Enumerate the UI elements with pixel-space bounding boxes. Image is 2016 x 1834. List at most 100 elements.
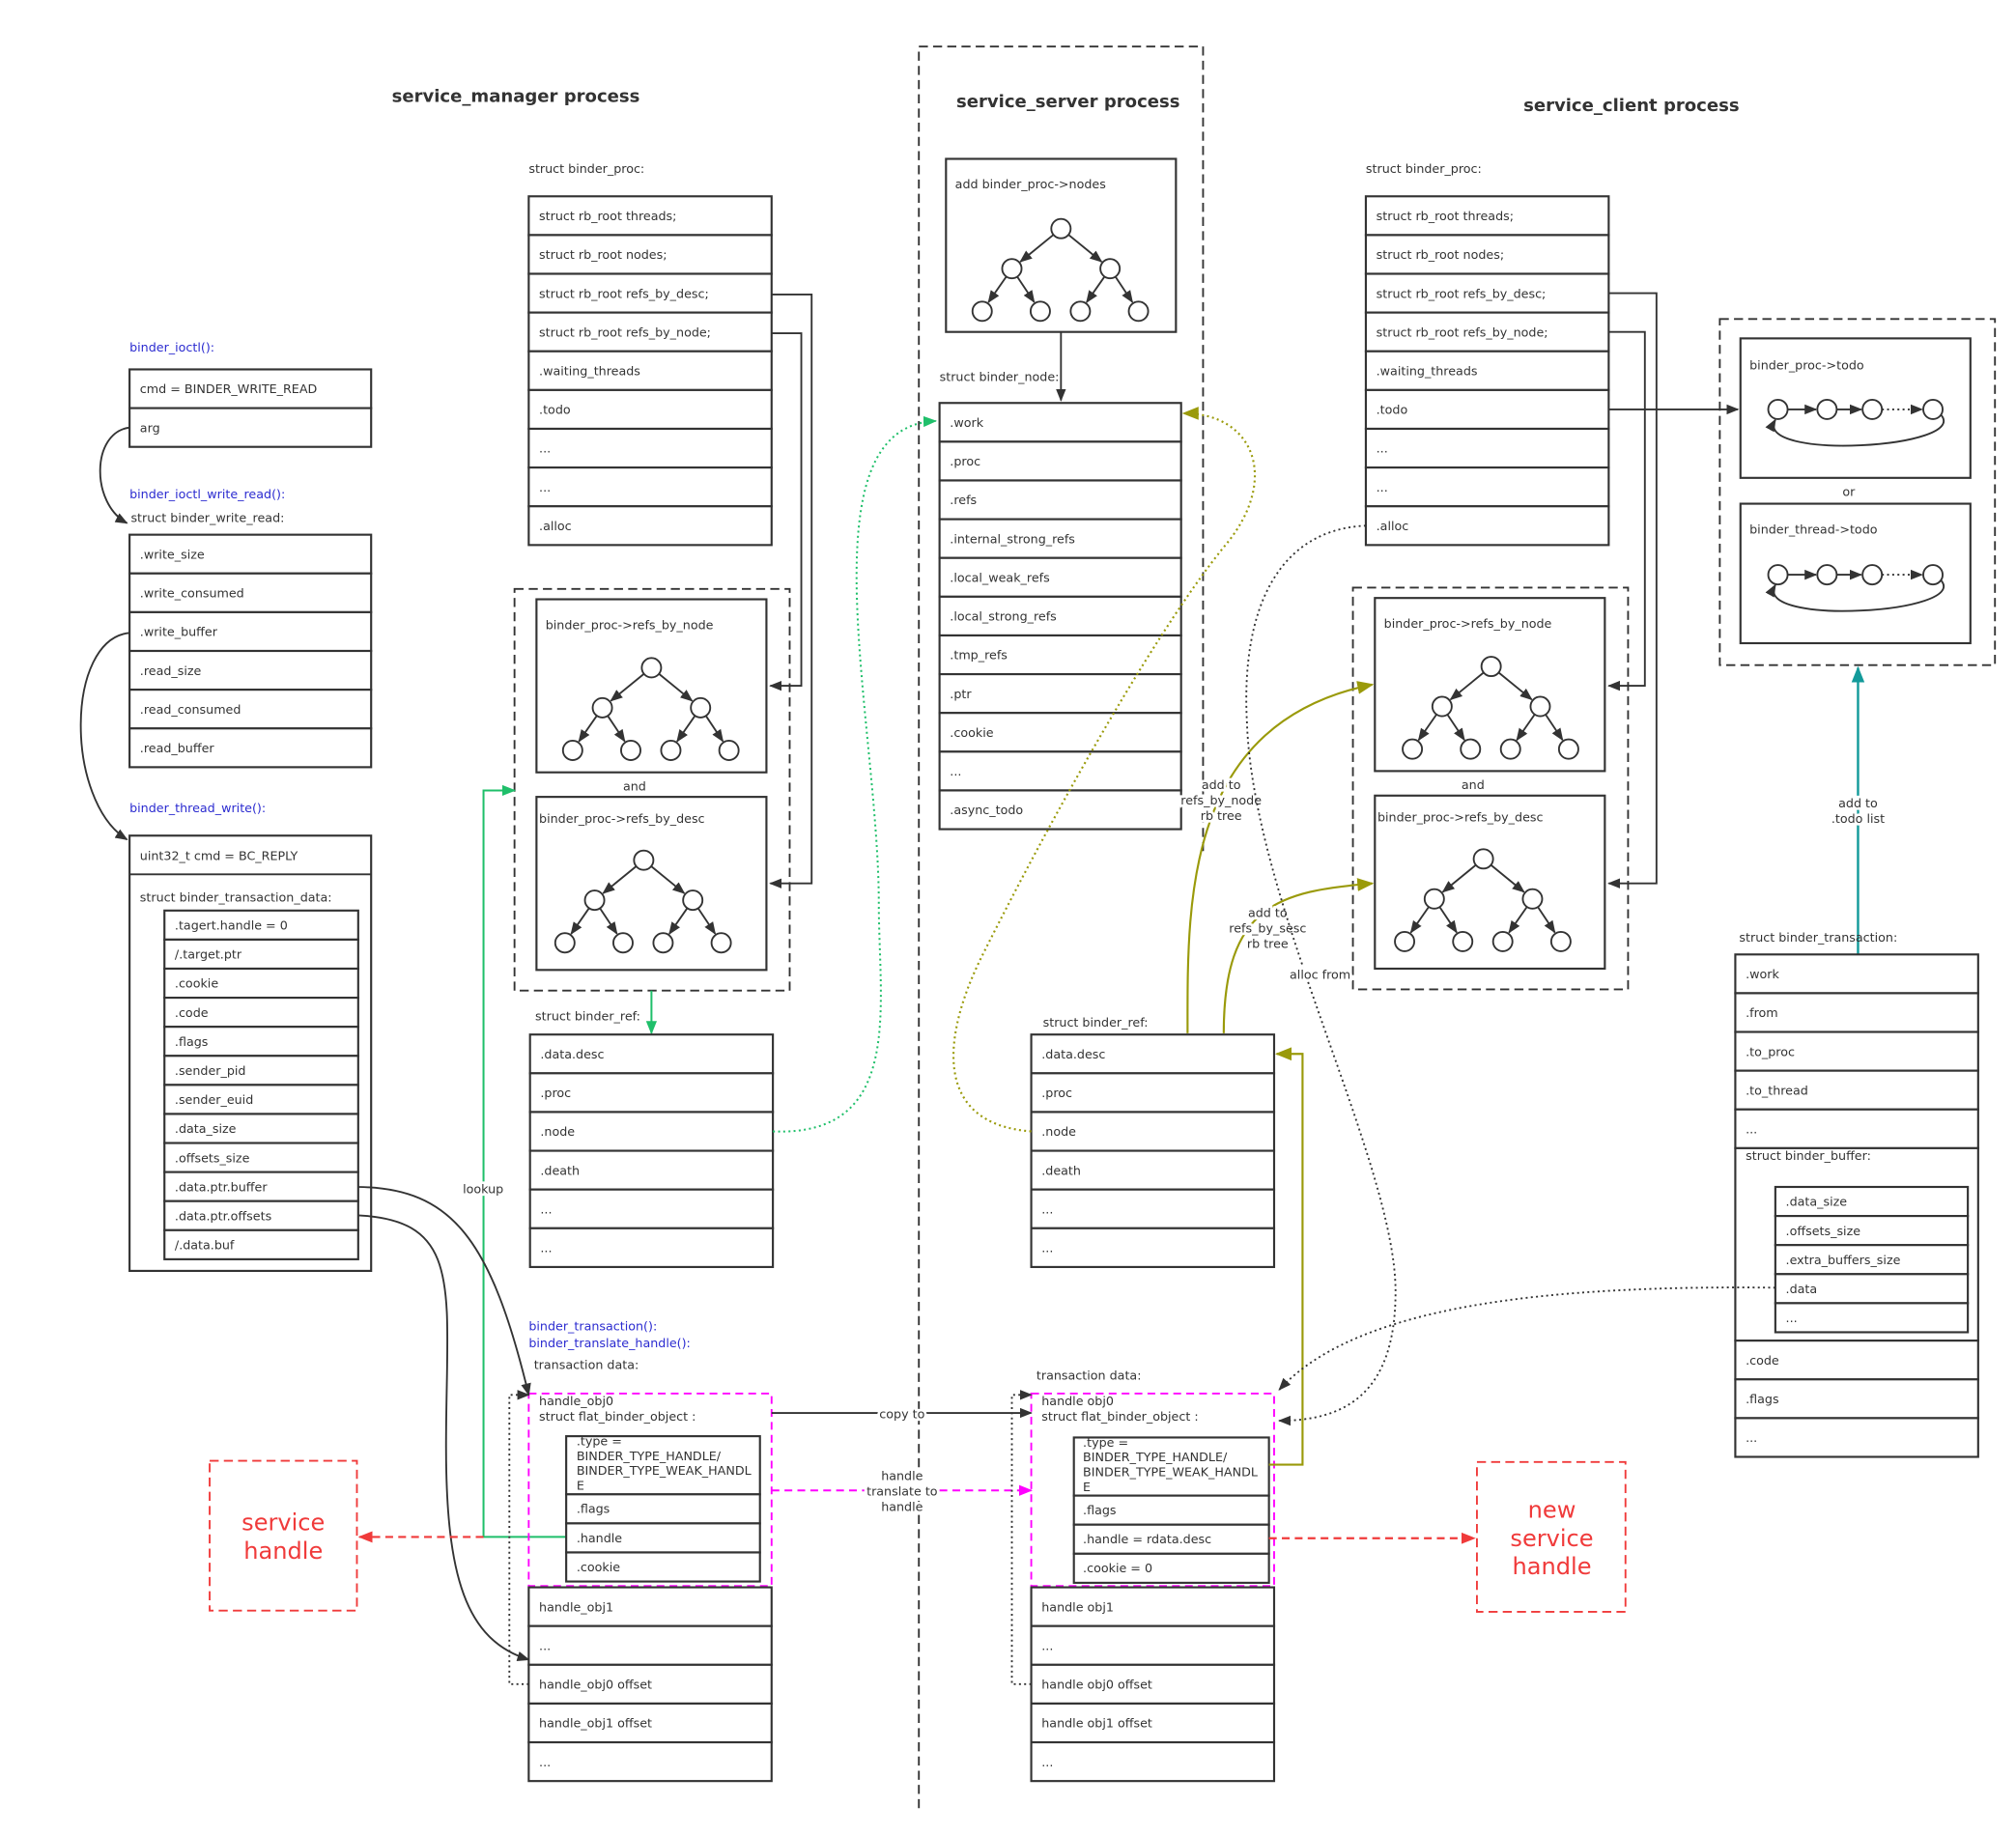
binder-buffer-label: struct binder_buffer: [1746, 1148, 1871, 1163]
flat-binder-field-label: .cookie = 0 [1083, 1561, 1152, 1575]
binder-node-label: struct binder_node: [940, 370, 1060, 384]
struct-field-row [528, 1227, 775, 1268]
struct-field-label: struct rb_root threads; [539, 209, 676, 223]
write-buffer-to-thread-write-arrow [79, 632, 130, 841]
struct-field-row [527, 427, 773, 469]
struct-field-label: .data_size [1786, 1195, 1848, 1209]
binder-write-read-struct: .write_size .write_consumed .write_buffer.… [128, 533, 373, 769]
refs-by-node-link [769, 332, 803, 691]
tree-node [561, 740, 583, 761]
tree-node [1499, 738, 1521, 760]
copy-to-label: copy to [879, 1406, 924, 1421]
flat-binder-field-label: .flags [577, 1502, 610, 1516]
client-offset-to-obj0-link [1010, 1390, 1033, 1685]
tree-node [1029, 300, 1051, 323]
struct-field-label: .data_size [175, 1121, 237, 1136]
struct-field-label: .work [1746, 967, 1779, 981]
tree-node [1549, 930, 1572, 952]
struct-field-label: handle_obj1 offset [539, 1716, 652, 1731]
tree-node [1529, 695, 1551, 718]
struct-field-label: .data [1786, 1282, 1818, 1296]
tree-node [1402, 738, 1424, 760]
manager-transaction-data-label: transaction data: [534, 1358, 639, 1372]
binder-transaction-struct-label: struct binder_transaction: [1739, 930, 1897, 945]
type-field-line: BINDER_TYPE_HANDLE/ [1083, 1450, 1228, 1464]
struct-field-label: ... [1746, 1122, 1757, 1137]
struct-field-label: .code [175, 1005, 209, 1020]
struct-field-label: .to_proc [1746, 1044, 1795, 1058]
struct-field-label: struct rb_root refs_by_node; [1377, 324, 1548, 339]
struct-field-label: arg [140, 420, 160, 435]
binder-translate-handle-label: binder_translate_handle(): [528, 1336, 690, 1350]
list-node [1922, 398, 1944, 420]
struct-field-label: .tmp_refs [950, 648, 1008, 663]
struct-field-label: .async_todo [950, 803, 1023, 817]
todo-or-label: or [1842, 485, 1856, 499]
tree-node [1423, 888, 1445, 910]
list-node [1861, 398, 1884, 420]
add-refs-by-node-label-2: refs_by_node [1180, 793, 1262, 807]
ioctl-struct: cmd = BINDER_WRITE_READarg [128, 368, 373, 448]
type-field-line: E [577, 1479, 584, 1493]
flat-binder-object-label: struct flat_binder_object : [539, 1409, 696, 1424]
struct-field-label: .read_consumed [140, 702, 241, 717]
type-field-line: BINDER_TYPE_WEAK_HANDL [577, 1463, 752, 1478]
new-service-handle-text-1: new [1528, 1496, 1576, 1523]
service-handle-text-2: handle [243, 1538, 323, 1565]
add-to-todo-label-2: .todo list [1831, 811, 1885, 826]
struct-field-label: .sender_pid [175, 1063, 246, 1078]
add-to-todo-label-1: add to [1838, 796, 1878, 810]
tree-node [1431, 695, 1453, 718]
thread-write-struct: uint32_t cmd = BC_REPLYstruct binder_tra… [128, 834, 373, 1272]
binder-transaction-label: binder_transaction(): [528, 1318, 657, 1333]
list-node [1816, 398, 1838, 420]
tree-node [1480, 656, 1502, 678]
type-field-line: BINDER_TYPE_HANDLE/ [577, 1449, 722, 1463]
tree-node [633, 849, 655, 871]
struct-field-label: .data.ptr.buffer [175, 1179, 268, 1194]
service-handle-text-1: service [241, 1510, 325, 1537]
struct-field-label: struct rb_root nodes; [539, 247, 667, 262]
tree-node [660, 740, 682, 761]
data-ptr-offsets-arrow [357, 1214, 530, 1662]
struct-field-label: .internal_strong_refs [950, 531, 1075, 546]
struct-field-label: .waiting_threads [1377, 363, 1478, 378]
client-refs-by-node-label: binder_proc->refs_by_node [1384, 616, 1552, 631]
struct-field-row [1030, 1740, 1276, 1783]
struct-field-row [1734, 1417, 1979, 1458]
manager-transaction-data: handle_obj0struct flat_binder_object : .t… [527, 1393, 773, 1783]
struct-field-label: .alloc [1377, 519, 1409, 533]
struct-field-label: .flags [1746, 1392, 1778, 1406]
manager-refs-by-desc-label: binder_proc->refs_by_desc [539, 811, 705, 826]
struct-field-label: ... [539, 1755, 551, 1769]
client-binder-proc-struct: struct rb_root threads; struct rb_root no… [1364, 195, 1610, 547]
client-binder-proc-label: struct binder_proc: [1366, 161, 1482, 176]
handle-obj0-label: handle obj0 [1041, 1394, 1114, 1408]
struct-field-label: .todo [539, 403, 571, 417]
client-refs-by-node-link [1607, 330, 1646, 691]
tree-node [591, 696, 613, 719]
struct-field-label: ... [1041, 1241, 1053, 1256]
tree-node [1521, 888, 1544, 910]
struct-field-label: .read_size [140, 663, 202, 678]
struct-field-row [938, 750, 1182, 792]
handle-obj0-label: handle_obj0 [539, 1394, 613, 1408]
bc-reply-cmd: uint32_t cmd = BC_REPLY [140, 849, 298, 863]
struct-field-row [938, 673, 1182, 715]
struct-field-row [527, 1740, 773, 1783]
binder-diagram: service_manager process service_server p… [79, 45, 1997, 1809]
list-node [1767, 398, 1789, 420]
struct-field-label: /.target.ptr [175, 947, 242, 962]
flat-binder-field-label: .cookie [577, 1560, 620, 1574]
client-process-title: service_client process [1523, 96, 1739, 116]
struct-field-label: .ptr [950, 687, 972, 701]
manager-refs-by-node-label: binder_proc->refs_by_node [546, 617, 714, 632]
struct-field-label: .refs [950, 493, 977, 507]
struct-field-label: ... [1377, 441, 1388, 456]
struct-field-row [1364, 466, 1610, 508]
struct-field-label: .write_buffer [140, 625, 218, 639]
tree-node [620, 740, 641, 761]
struct-field-label: .from [1746, 1005, 1778, 1020]
manager-binder-ref-struct: .data.desc .proc .node .death...... [528, 1033, 775, 1268]
type-field-line: BINDER_TYPE_WEAK_HANDL [1083, 1465, 1258, 1480]
